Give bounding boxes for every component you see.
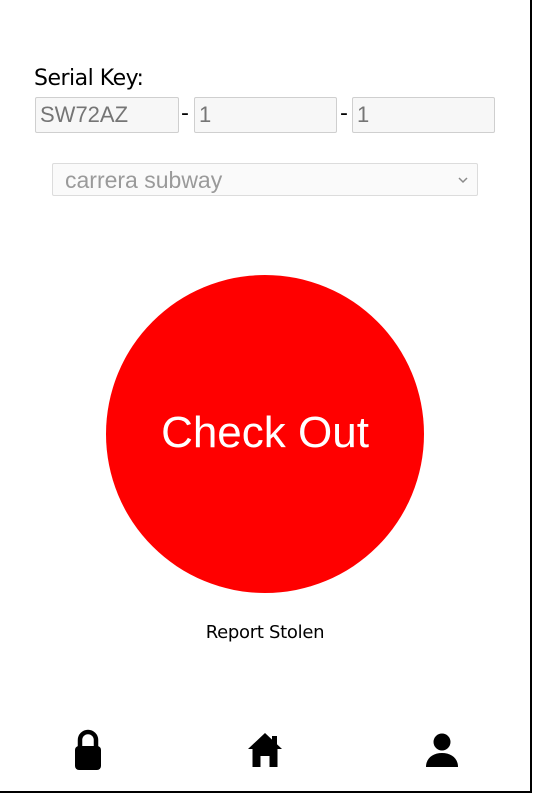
serial-segment-3-input[interactable]: 1 [352,97,495,133]
serial-segment-1-input[interactable]: SW72AZ [35,97,179,133]
report-stolen-link[interactable]: Report Stolen [0,622,530,643]
user-icon [426,733,458,767]
home-icon [248,733,282,767]
route-select[interactable]: carrera subway [52,163,478,196]
nav-profile-button[interactable] [425,733,459,767]
check-out-label: Check Out [161,408,369,457]
route-select-value: carrera subway [65,167,223,193]
nav-home-button[interactable] [247,732,283,768]
nav-lock-button[interactable] [73,729,103,771]
lock-icon [75,729,101,770]
chevron-down-icon [458,177,468,184]
serial-separator: - [340,101,348,126]
serial-segment-2-input[interactable]: 1 [194,97,337,133]
serial-key-label: Serial Key: [34,66,144,91]
serial-separator: - [181,101,189,126]
check-out-button[interactable]: Check Out [106,275,424,593]
frame-border-right [530,0,532,793]
